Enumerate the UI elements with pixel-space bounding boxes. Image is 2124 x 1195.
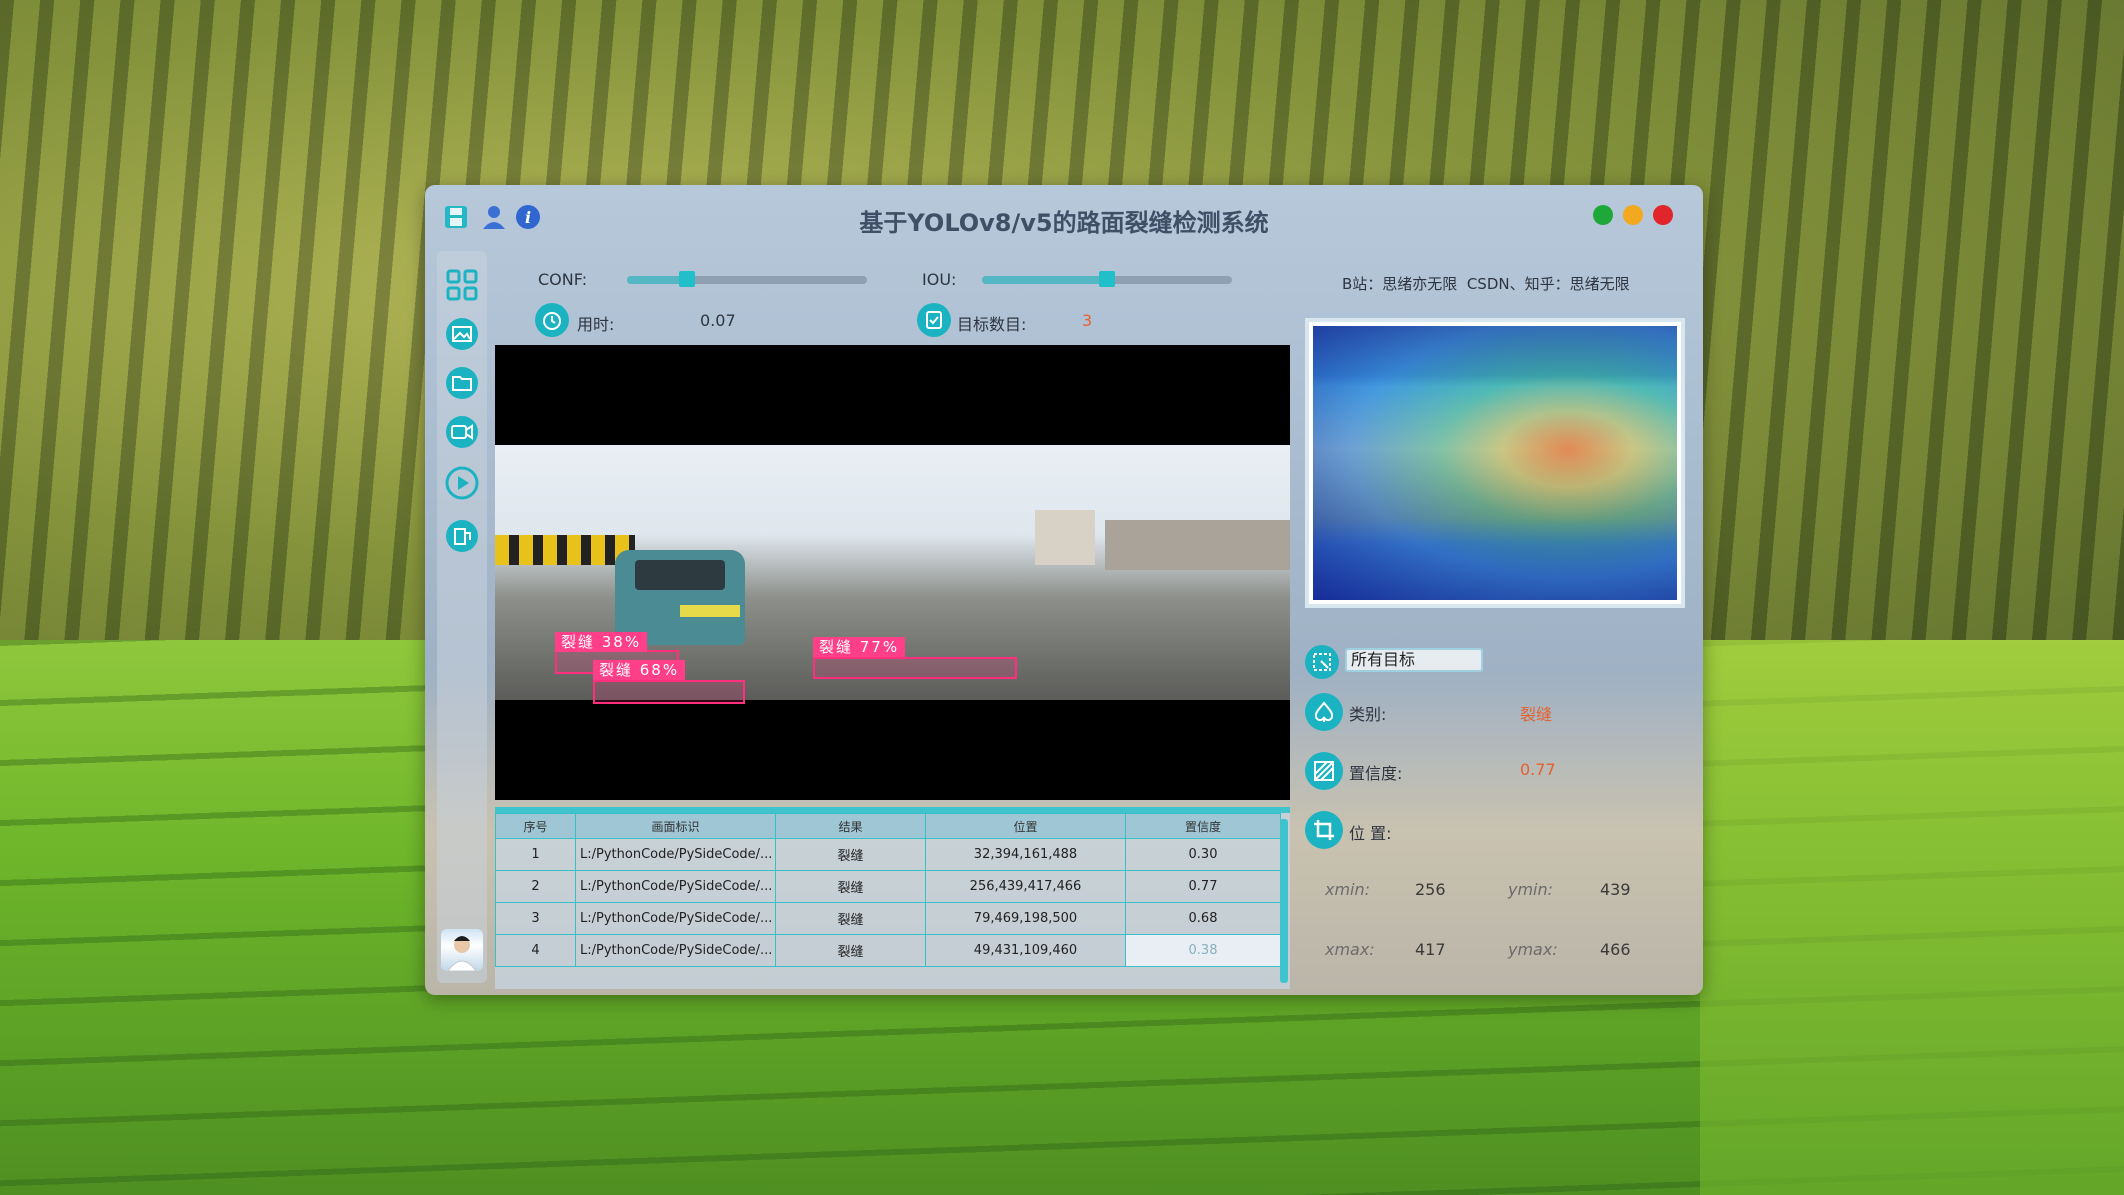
car-window (635, 560, 725, 590)
cell-confidence: 0.30 (1125, 838, 1281, 871)
title-bar: i 基于YOLOv8/v5的路面裂缝检测系统 (425, 185, 1703, 251)
conf-slider-handle[interactable] (679, 271, 695, 287)
cell-source: L:/PythonCode/PySideCode/... (575, 934, 776, 967)
road-sign-chevrons (495, 535, 635, 565)
cell-position: 256,439,417,466 (925, 870, 1126, 903)
camera-icon[interactable] (442, 412, 482, 452)
conf-slider[interactable] (627, 271, 867, 287)
xmin-value: 256 (1415, 880, 1446, 899)
cell-confidence: 0.77 (1125, 870, 1281, 903)
col-header-result[interactable]: 结果 (775, 813, 926, 839)
cell-source: L:/PythonCode/PySideCode/... (575, 902, 776, 935)
confidence-value: 0.77 (1520, 760, 1556, 779)
avatar[interactable] (441, 929, 483, 971)
export-icon[interactable] (442, 516, 482, 556)
table-row[interactable]: 3 L:/PythonCode/PySideCode/... 裂缝 79,469… (495, 902, 1281, 935)
iou-slider[interactable] (982, 271, 1232, 287)
image-icon[interactable] (442, 314, 482, 354)
target-select-icon (1305, 645, 1339, 679)
position-label: 位 置: (1349, 824, 1392, 843)
ymin-label: ymin: (1508, 880, 1554, 899)
target-select-dropdown[interactable]: 所有目标 (1345, 648, 1483, 672)
app-title: 基于YOLOv8/v5的路面裂缝检测系统 (859, 209, 1269, 237)
app-window: i 基于YOLOv8/v5的路面裂缝检测系统 CONF: IOU: B站：思绪亦… (425, 185, 1703, 995)
position-icon (1305, 811, 1343, 849)
ymax-value: 466 (1600, 940, 1631, 959)
crack-box (593, 680, 745, 704)
cell-result: 裂缝 (775, 870, 926, 903)
iou-label: IOU: (922, 270, 957, 289)
class-label: 类别: (1349, 705, 1387, 724)
class-icon (1305, 693, 1343, 731)
crack-box (813, 657, 1017, 679)
cell-position: 32,394,161,488 (925, 838, 1126, 871)
target-count-icon (917, 303, 951, 337)
target-count-value: 3 (1082, 311, 1093, 330)
cell-source: L:/PythonCode/PySideCode/... (575, 870, 776, 903)
confidence-icon (1305, 752, 1343, 790)
field-scenery-right (1700, 640, 2124, 1195)
xmin-label: xmin: (1325, 880, 1371, 899)
cell-index: 4 (495, 934, 576, 967)
ymax-label: ymax: (1508, 940, 1558, 959)
roadside-shops (1105, 520, 1290, 570)
detection-view: 裂缝 38% 裂缝 68% 裂缝 77% (495, 345, 1290, 800)
table-row[interactable]: 4 L:/PythonCode/PySideCode/... 裂缝 49,431… (495, 934, 1281, 967)
cell-position: 49,431,109,460 (925, 934, 1126, 967)
cell-index: 1 (495, 838, 576, 871)
xmax-value: 417 (1415, 940, 1446, 959)
cell-result: 裂缝 (775, 838, 926, 871)
license-plate (680, 605, 740, 617)
cell-index: 2 (495, 870, 576, 903)
iou-slider-fill (982, 276, 1107, 284)
cell-source: L:/PythonCode/PySideCode/... (575, 838, 776, 871)
table-scrollbar[interactable] (1280, 819, 1288, 983)
crack-box-label: 裂缝 38% (555, 632, 648, 652)
crack-box-label: 裂缝 68% (593, 660, 686, 680)
table-row[interactable]: 2 L:/PythonCode/PySideCode/... 裂缝 256,43… (495, 870, 1281, 903)
heatmap-view (1305, 318, 1685, 608)
col-header-confidence[interactable]: 置信度 (1125, 813, 1281, 839)
play-icon[interactable] (442, 463, 482, 503)
results-table: 序号 画面标识 结果 位置 置信度 1 L:/PythonCode/PySide… (495, 807, 1290, 989)
conf-label: CONF: (538, 270, 588, 289)
table-row[interactable]: 1 L:/PythonCode/PySideCode/... 裂缝 32,394… (495, 838, 1281, 871)
col-header-index[interactable]: 序号 (495, 813, 576, 839)
minimize-button[interactable] (1623, 205, 1643, 225)
time-label: 用时: (577, 315, 615, 334)
crack-box-label: 裂缝 77% (813, 637, 906, 657)
table-header-row: 序号 画面标识 结果 位置 置信度 (495, 813, 1281, 839)
ymin-value: 439 (1600, 880, 1631, 899)
cell-index: 3 (495, 902, 576, 935)
time-value: 0.07 (700, 311, 736, 330)
menu-grid-icon[interactable] (442, 265, 482, 305)
class-value: 裂缝 (1520, 705, 1553, 724)
cell-confidence: 0.68 (1125, 902, 1281, 935)
cell-confidence: 0.38 (1125, 934, 1281, 967)
iou-slider-handle[interactable] (1099, 271, 1115, 287)
folder-icon[interactable] (442, 363, 482, 403)
target-count-label: 目标数目: (957, 315, 1027, 334)
xmax-label: xmax: (1325, 940, 1375, 959)
col-header-source[interactable]: 画面标识 (575, 813, 776, 839)
heatmap-image (1313, 326, 1677, 600)
maximize-button[interactable] (1593, 205, 1613, 225)
sidebar (437, 251, 487, 983)
billboard (1035, 510, 1095, 565)
col-header-position[interactable]: 位置 (925, 813, 1126, 839)
confidence-label: 置信度: (1349, 764, 1403, 783)
cell-position: 79,469,198,500 (925, 902, 1126, 935)
timer-icon (535, 303, 569, 337)
credits-text: B站：思绪亦无限 CSDN、知乎：思绪无限 (1342, 275, 1630, 293)
close-button[interactable] (1653, 205, 1673, 225)
cell-result: 裂缝 (775, 902, 926, 935)
conf-slider-fill (627, 276, 687, 284)
cell-result: 裂缝 (775, 934, 926, 967)
